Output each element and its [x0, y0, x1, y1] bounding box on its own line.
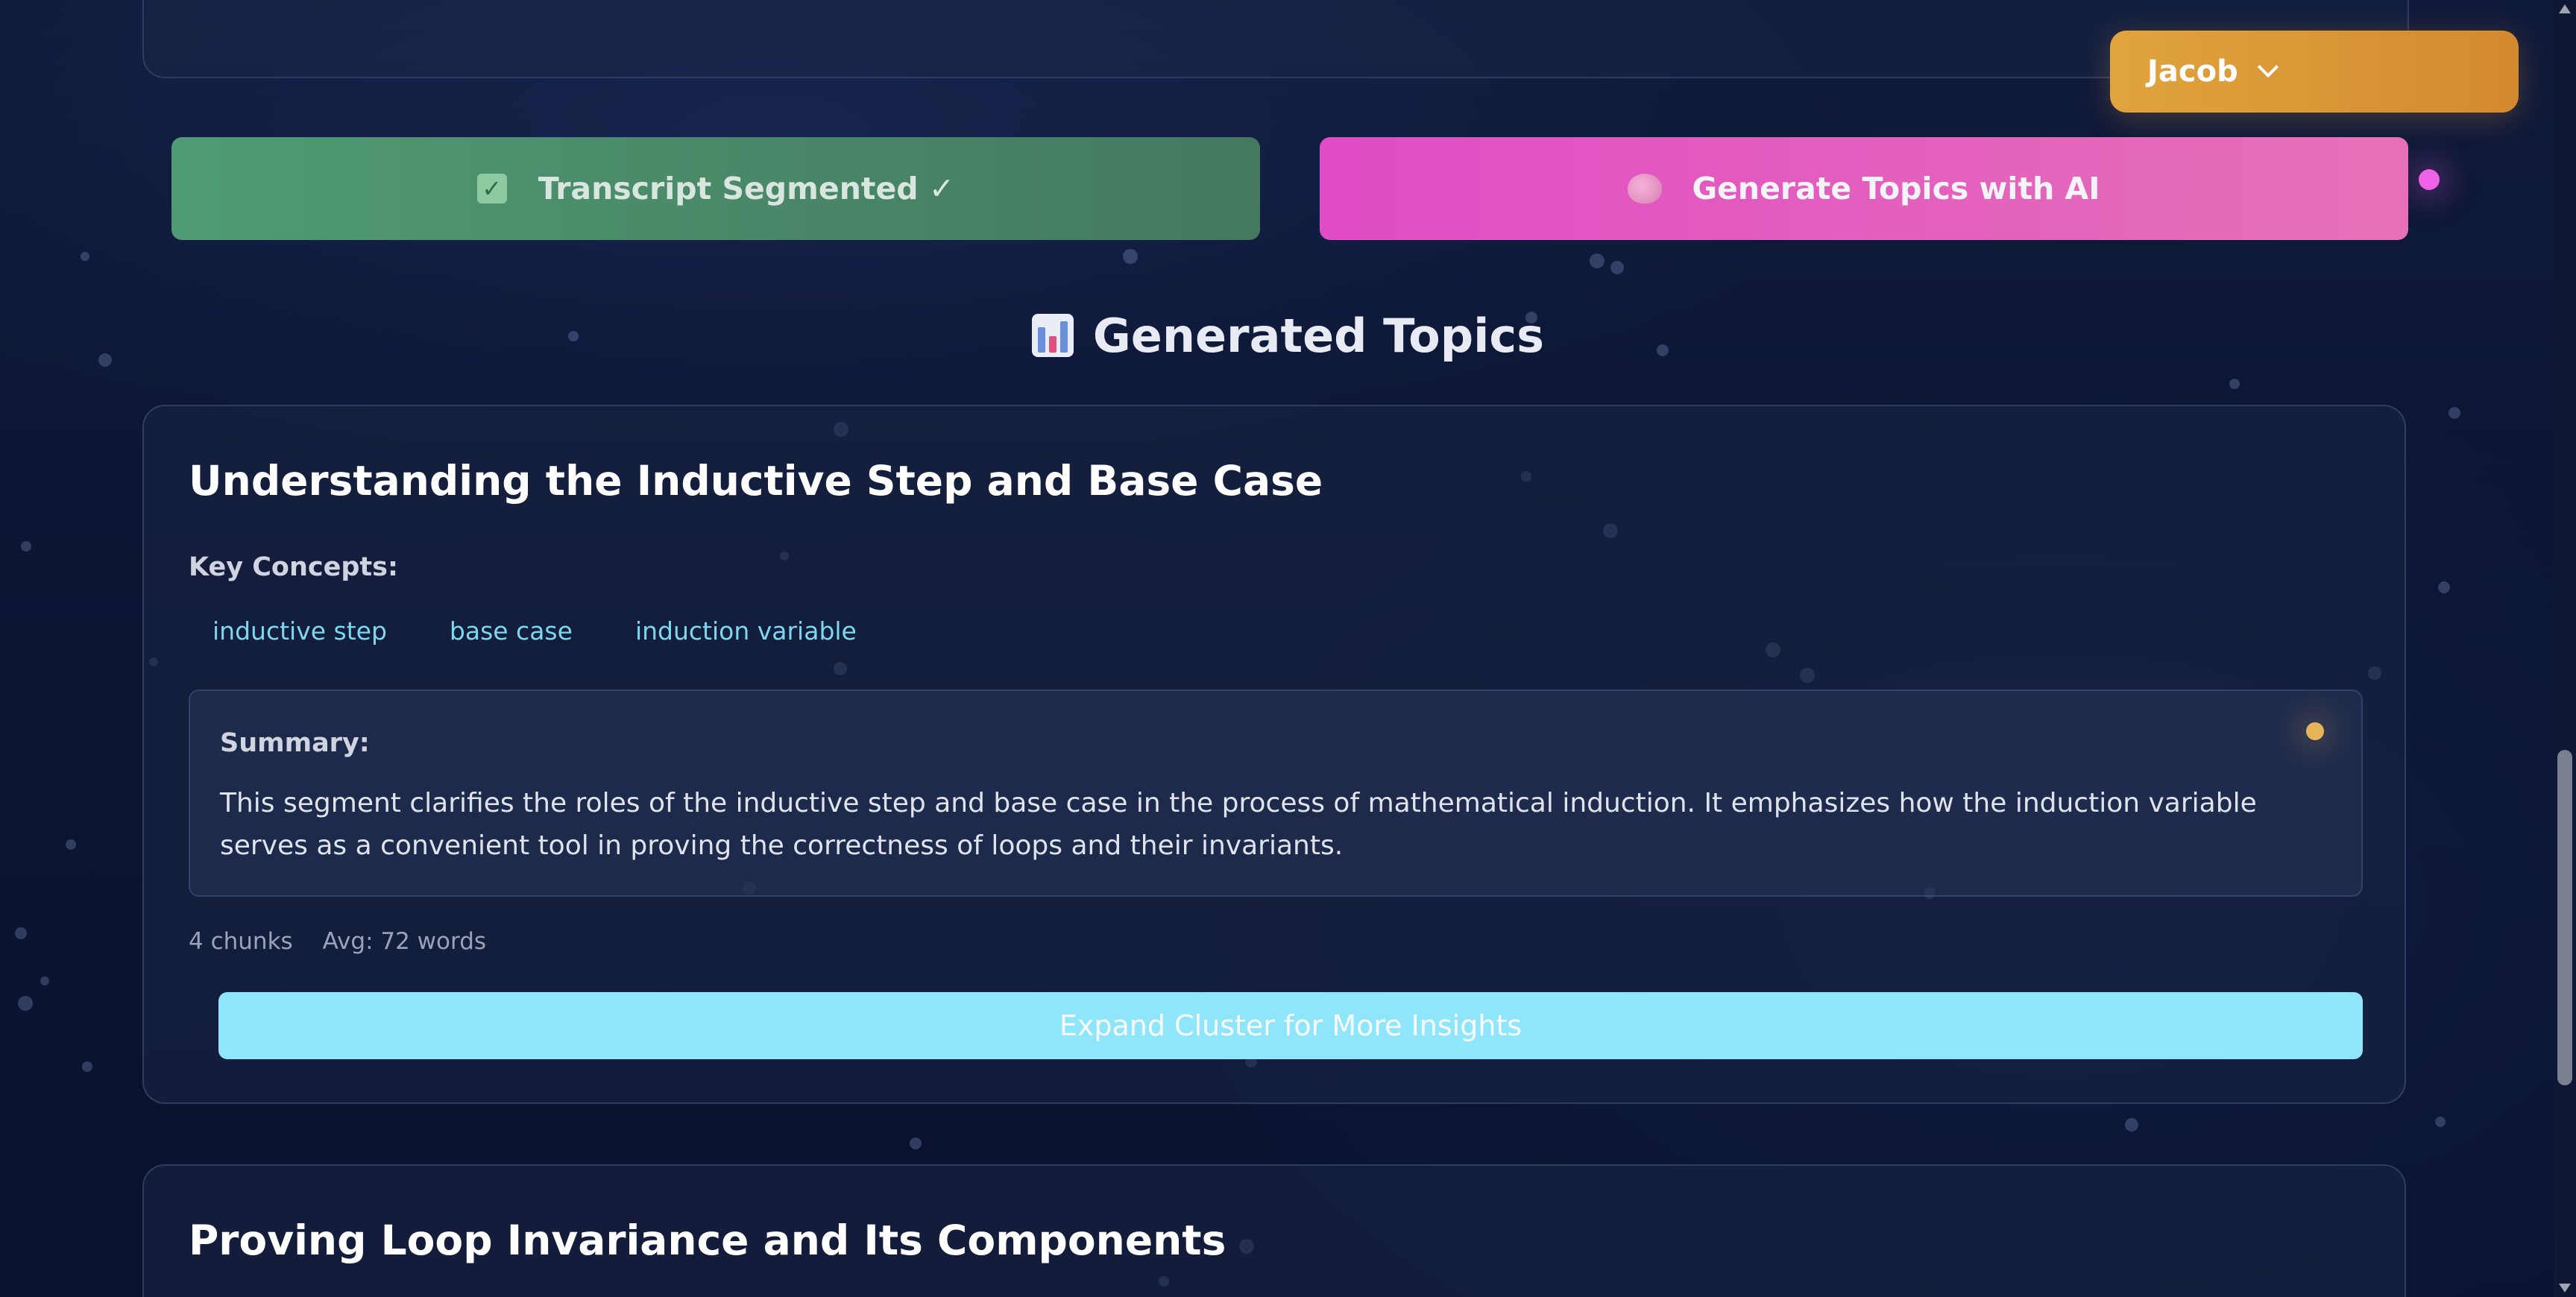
topic-stats: 4 chunks Avg: 72 words — [189, 928, 516, 955]
page: Jacob ✓ Transcript Segmented ✓ Generate … — [0, 0, 2576, 1297]
concept-tags: inductive step base case induction varia… — [189, 609, 895, 653]
brain-icon — [1628, 174, 1663, 203]
summary-label: Summary: — [220, 728, 370, 758]
concept-tag: induction variable — [634, 616, 857, 646]
key-concepts-label: Key Concepts: — [189, 552, 398, 582]
decorative-glow-orb — [2306, 722, 2324, 740]
chevron-down-icon — [2257, 56, 2279, 78]
previous-section-card — [142, 0, 2409, 78]
generate-topics-label: Generate Topics with AI — [1692, 171, 2100, 206]
concept-tag: inductive step — [212, 616, 387, 646]
summary-box: Summary: This segment clarifies the role… — [189, 689, 2363, 897]
topic-card: Understanding the Inductive Step and Bas… — [142, 405, 2406, 1104]
concept-tag: base case — [449, 616, 573, 646]
expand-cluster-button[interactable]: Expand Cluster for More Insights — [218, 992, 2363, 1059]
topic-card: Proving Loop Invariance and Its Componen… — [142, 1164, 2406, 1297]
generate-topics-button[interactable]: Generate Topics with AI — [1320, 137, 2408, 240]
transcript-segmented-label: Transcript Segmented ✓ — [538, 171, 955, 206]
vertical-scrollbar[interactable] — [2554, 0, 2576, 1297]
topic-title: Understanding the Inductive Step and Bas… — [189, 457, 1323, 505]
chunk-count: 4 chunks — [189, 928, 293, 955]
scrollbar-thumb[interactable] — [2557, 750, 2572, 1085]
bar-chart-icon — [1031, 314, 1074, 357]
section-title: Generated Topics — [1092, 308, 1545, 363]
user-menu-button[interactable]: Jacob — [2110, 31, 2519, 113]
scroll-up-arrow-icon[interactable] — [2559, 4, 2571, 13]
avg-words: Avg: 72 words — [322, 928, 487, 955]
transcript-segmented-button[interactable]: ✓ Transcript Segmented ✓ — [171, 137, 1260, 240]
scroll-down-arrow-icon[interactable] — [2559, 1284, 2571, 1293]
decorative-glow-orb — [2419, 169, 2440, 190]
section-heading: Generated Topics — [0, 302, 2576, 369]
topic-title: Proving Loop Invariance and Its Componen… — [189, 1216, 1226, 1264]
check-box-icon: ✓ — [476, 174, 507, 203]
summary-text: This segment clarifies the roles of the … — [220, 788, 2257, 861]
user-name: Jacob — [2147, 54, 2238, 89]
